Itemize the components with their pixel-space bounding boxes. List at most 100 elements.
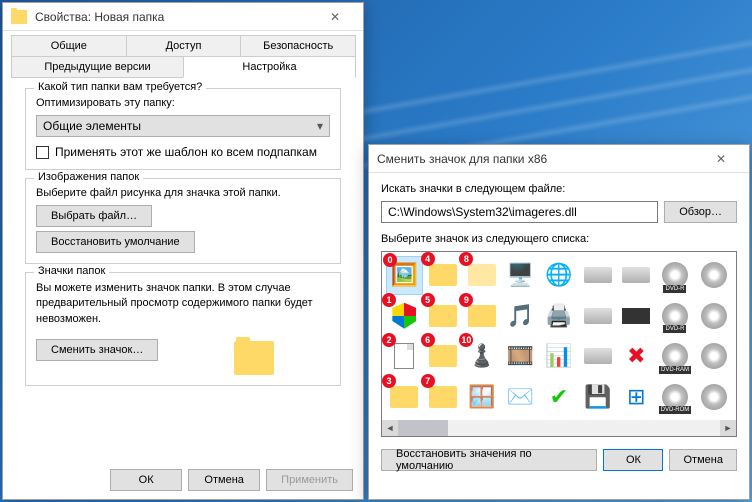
cancel-button[interactable]: Отмена xyxy=(188,469,260,491)
optimize-combobox[interactable]: Общие элементы xyxy=(36,115,330,137)
tab-customize[interactable]: Настройка xyxy=(183,56,356,78)
combobox-value: Общие элементы xyxy=(43,119,141,133)
properties-window: Свойства: Новая папка ✕ Общие Доступ Без… xyxy=(2,2,364,500)
printer-icon: 🖨️ xyxy=(544,301,574,331)
icon-item[interactable]: 1 xyxy=(386,297,423,336)
horizontal-scrollbar[interactable]: ◄ ► xyxy=(382,420,736,436)
icon-item[interactable]: 4 xyxy=(425,256,462,295)
icon-window-title: Сменить значок для папки x86 xyxy=(377,152,701,166)
icon-item[interactable]: 🪟 xyxy=(463,378,500,417)
icon-item[interactable]: ✖ xyxy=(618,337,655,376)
tab-previous-versions[interactable]: Предыдущие версии xyxy=(11,56,184,77)
music-icon: 🎵 xyxy=(505,301,535,331)
tab-general[interactable]: Общие xyxy=(11,35,127,56)
icon-item[interactable] xyxy=(579,297,616,336)
apply-button[interactable]: Применить xyxy=(266,469,353,491)
icon-item[interactable]: ⊞ xyxy=(618,378,655,417)
folder-images-fieldset: Изображения папок Выберите файл рисунка … xyxy=(25,178,341,264)
search-label: Искать значки в следующем файле: xyxy=(381,183,737,195)
scroll-left-button[interactable]: ◄ xyxy=(382,420,398,436)
icon-item[interactable]: ✉️ xyxy=(502,378,539,417)
apply-template-label: Применять этот же шаблон ко всем подпапк… xyxy=(55,145,317,159)
folder-type-legend: Какой тип папки вам требуется? xyxy=(34,81,206,93)
icon-item[interactable] xyxy=(695,256,732,295)
browse-button[interactable]: Обзор… xyxy=(664,201,737,223)
icon-item[interactable] xyxy=(579,256,616,295)
document-icon xyxy=(394,343,414,369)
icon-item[interactable]: DVD-ROM xyxy=(657,378,694,417)
select-file-button[interactable]: Выбрать файл… xyxy=(36,205,152,227)
scroll-thumb[interactable] xyxy=(398,420,448,436)
change-icon-window: Сменить значок для папки x86 ✕ Искать зн… xyxy=(368,144,750,500)
delete-icon: ✖ xyxy=(621,341,651,371)
list-label: Выберите значок из следующего списка: xyxy=(381,233,737,245)
chip-icon xyxy=(622,308,650,324)
icon-item[interactable]: 6 xyxy=(425,337,462,376)
icon-item[interactable]: 7 xyxy=(425,378,462,417)
icon-item[interactable]: 🌐 xyxy=(541,256,578,295)
icon-item[interactable]: 🖨️ xyxy=(541,297,578,336)
windows-icon: ⊞ xyxy=(621,382,651,412)
folder-type-fieldset: Какой тип папки вам требуется? Оптимизир… xyxy=(25,88,341,170)
icon-item[interactable] xyxy=(695,337,732,376)
icon-item[interactable]: 2 xyxy=(386,337,423,376)
icon-item[interactable]: 3 xyxy=(386,378,423,417)
optimize-label: Оптимизировать эту папку: xyxy=(36,97,330,109)
folder-icon xyxy=(429,264,457,286)
folder-icon xyxy=(429,305,457,327)
mail-icon: ✉️ xyxy=(505,382,535,412)
tab-content: Какой тип папки вам требуется? Оптимизир… xyxy=(11,77,355,404)
icon-close-button[interactable]: ✕ xyxy=(701,145,741,173)
icon-item[interactable]: 8 xyxy=(463,256,500,295)
icon-item[interactable]: 🖥️ xyxy=(502,256,539,295)
icon-cancel-button[interactable]: Отмена xyxy=(669,449,737,471)
icon-item[interactable]: 0🖼️ xyxy=(386,256,423,295)
drive-icon xyxy=(622,267,650,283)
folder-icons-fieldset: Значки папок Вы можете изменить значок п… xyxy=(25,272,341,386)
icon-item[interactable] xyxy=(695,378,732,417)
icon-item[interactable]: 10♟️ xyxy=(463,337,500,376)
icon-titlebar[interactable]: Сменить значок для папки x86 ✕ xyxy=(369,145,749,173)
icon-item[interactable] xyxy=(618,256,655,295)
ok-button[interactable]: ОК xyxy=(110,469,182,491)
icon-item[interactable]: DVD-RAM xyxy=(657,337,694,376)
drive-icon xyxy=(584,267,612,283)
icon-item[interactable]: 🎵 xyxy=(502,297,539,336)
icon-item[interactable]: 5 xyxy=(425,297,462,336)
icon-item[interactable] xyxy=(618,297,655,336)
chess-icon: ♟️ xyxy=(467,341,497,371)
icon-item[interactable] xyxy=(579,337,616,376)
icon-item[interactable]: 📊 xyxy=(541,337,578,376)
folder-icons-legend: Значки папок xyxy=(34,265,109,277)
disc-icon xyxy=(701,343,727,369)
scroll-track[interactable] xyxy=(398,420,720,436)
folder-preview-icon xyxy=(234,341,274,375)
icon-item[interactable] xyxy=(695,297,732,336)
apply-template-checkbox[interactable] xyxy=(36,146,49,159)
dialog-buttons: ОК Отмена Применить xyxy=(110,469,353,491)
titlebar[interactable]: Свойства: Новая папка ✕ xyxy=(3,3,363,31)
tabs: Общие Доступ Безопасность Предыдущие вер… xyxy=(3,31,363,77)
icon-item[interactable]: DVD-R xyxy=(657,297,694,336)
folder-user-icon xyxy=(429,386,457,408)
path-input[interactable] xyxy=(381,201,658,223)
restore-defaults-button[interactable]: Восстановить значения по умолчанию xyxy=(381,449,597,471)
shield-icon xyxy=(392,303,416,329)
globe-icon: 🌐 xyxy=(544,260,574,290)
scroll-right-button[interactable]: ► xyxy=(720,420,736,436)
tab-security[interactable]: Безопасность xyxy=(240,35,356,56)
icon-item[interactable]: ✔ xyxy=(541,378,578,417)
folder-icons-desc: Вы можете изменить значок папки. В этом … xyxy=(36,281,330,327)
icon-item[interactable]: 💾 xyxy=(579,378,616,417)
icon-item[interactable]: DVD-R xyxy=(657,256,694,295)
folder-search-icon xyxy=(468,305,496,327)
icon-item[interactable]: 9 xyxy=(463,297,500,336)
display-icon: 🖥️ xyxy=(505,260,535,290)
drive-icon xyxy=(584,348,612,364)
restore-default-button[interactable]: Восстановить умолчание xyxy=(36,231,195,253)
icon-item[interactable]: 🎞️ xyxy=(502,337,539,376)
close-button[interactable]: ✕ xyxy=(315,3,355,31)
icon-ok-button[interactable]: ОК xyxy=(603,449,663,471)
change-icon-button[interactable]: Сменить значок… xyxy=(36,339,158,361)
tab-access[interactable]: Доступ xyxy=(126,35,242,56)
